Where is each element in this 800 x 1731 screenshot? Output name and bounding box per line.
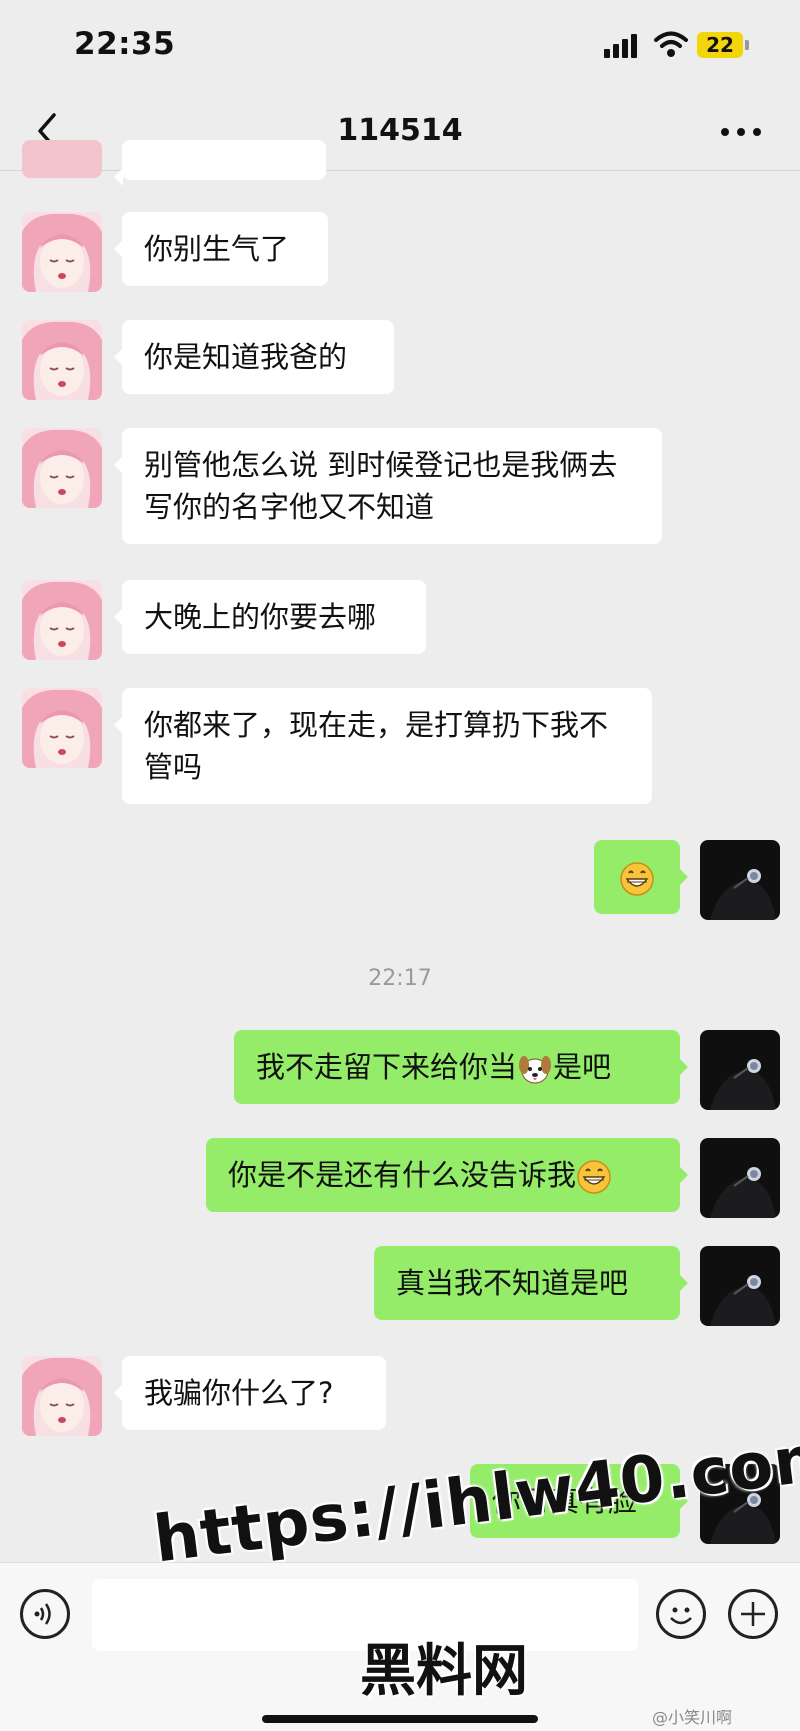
battery-tip bbox=[745, 40, 749, 50]
message-text: 真当我不知道是吧 bbox=[396, 1266, 629, 1300]
plus-icon[interactable] bbox=[728, 1589, 778, 1639]
message-bubble-me: 你是不是还有什么没告诉我 bbox=[206, 1138, 688, 1212]
voice-input-icon[interactable] bbox=[20, 1589, 70, 1639]
contact-avatar[interactable] bbox=[22, 1356, 102, 1436]
watermark-credit: @小笑川啊 bbox=[652, 1708, 733, 1727]
status-time: 22:35 bbox=[74, 26, 176, 62]
grin-emoji-icon bbox=[577, 1160, 612, 1194]
contact-avatar[interactable] bbox=[22, 428, 102, 508]
my-avatar[interactable] bbox=[700, 1246, 780, 1326]
contact-avatar[interactable] bbox=[22, 688, 102, 768]
chat-timestamp: 22:17 bbox=[368, 966, 432, 991]
message-text: 我不走留下来给你当 bbox=[256, 1050, 518, 1084]
my-avatar[interactable] bbox=[700, 840, 780, 920]
message-text: 别管他怎么说 到时候登记也是我俩去 写你的名字他又不知道 bbox=[144, 448, 618, 524]
message-bubble-partial bbox=[114, 140, 326, 186]
dog-emoji-icon bbox=[518, 1055, 552, 1084]
message-text: 你是知道我爸的 bbox=[144, 340, 348, 374]
battery-indicator: 22 bbox=[697, 32, 743, 58]
message-text: 你都来了，现在走，是打算扔下我不管吗 bbox=[144, 708, 609, 784]
my-avatar[interactable] bbox=[700, 1138, 780, 1218]
wifi-icon bbox=[654, 31, 688, 57]
emoji-button-icon[interactable] bbox=[656, 1589, 706, 1639]
my-avatar[interactable] bbox=[700, 1030, 780, 1110]
message-bubble-me: 我不走留下来给你当 是吧 bbox=[234, 1030, 688, 1104]
signal-icon bbox=[604, 34, 644, 58]
contact-avatar-partial bbox=[22, 140, 102, 178]
message-bubble: 你别生气了 bbox=[114, 212, 328, 286]
home-indicator bbox=[262, 1715, 538, 1723]
watermark-url: https://ihlw40.com bbox=[150, 1419, 800, 1578]
contact-avatar[interactable] bbox=[22, 212, 102, 292]
contact-avatar[interactable] bbox=[22, 580, 102, 660]
message-bubble: 你都来了，现在走，是打算扔下我不管吗 bbox=[114, 688, 652, 804]
message-text: 是吧 bbox=[553, 1050, 612, 1084]
message-text: 你是不是还有什么没告诉我 bbox=[228, 1158, 577, 1192]
message-text: 大晚上的你要去哪 bbox=[144, 600, 377, 634]
contact-avatar[interactable] bbox=[22, 320, 102, 400]
more-icon[interactable] bbox=[718, 117, 764, 147]
grin-emoji-icon bbox=[620, 862, 654, 896]
message-bubble-me: 真当我不知道是吧 bbox=[374, 1246, 688, 1320]
chat-header: 114514 bbox=[0, 95, 800, 171]
status-bar: 22:35 22 bbox=[0, 0, 800, 95]
message-bubble: 我骗你什么了? bbox=[114, 1356, 386, 1430]
message-text: 我骗你什么了? bbox=[144, 1376, 334, 1410]
message-bubble-me bbox=[594, 840, 688, 914]
watermark-site: 黑料网 bbox=[360, 1639, 528, 1704]
message-bubble: 别管他怎么说 到时候登记也是我俩去 写你的名字他又不知道 bbox=[114, 428, 662, 544]
chat-title: 114514 bbox=[337, 113, 463, 148]
message-bubble: 你是知道我爸的 bbox=[114, 320, 394, 394]
message-bubble: 大晚上的你要去哪 bbox=[114, 580, 426, 654]
message-text: 你别生气了 bbox=[144, 232, 290, 266]
